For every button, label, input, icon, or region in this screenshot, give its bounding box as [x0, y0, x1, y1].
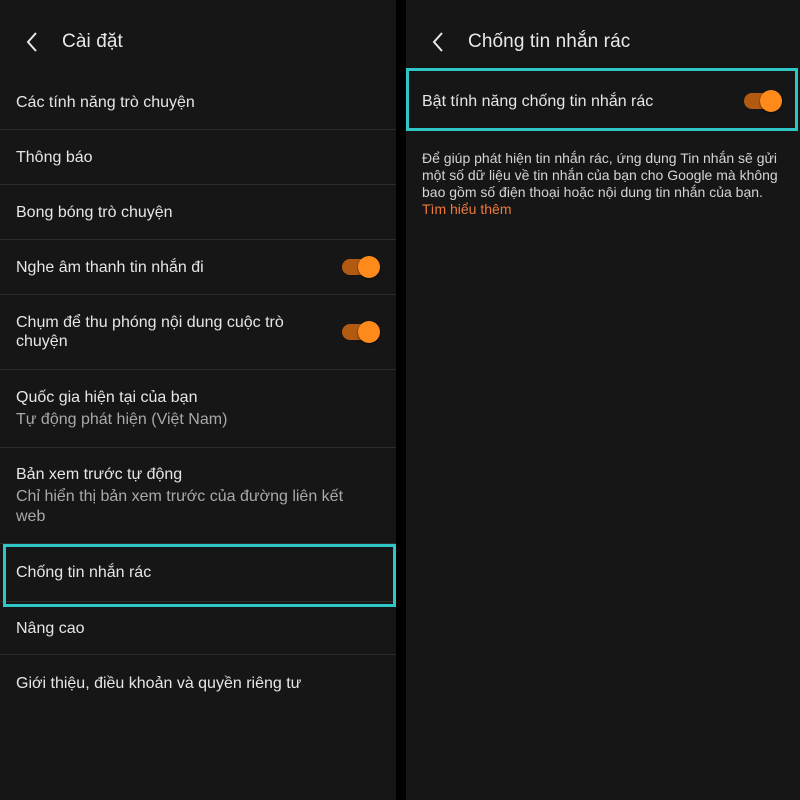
- spam-protection-screen: Chống tin nhắn rác Bật tính năng chống t…: [406, 0, 800, 800]
- settings-item-label: Các tính năng trò chuyện: [16, 93, 195, 111]
- back-button[interactable]: [12, 22, 52, 62]
- spam-toggle-label: Bật tính năng chống tin nhắn rác: [422, 92, 654, 110]
- page-title: Chống tin nhắn rác: [468, 31, 631, 52]
- settings-item-pinch-zoom[interactable]: Chụm để thu phóng nội dung cuộc trò chuy…: [0, 295, 396, 370]
- settings-item-notifications[interactable]: Thông báo: [0, 130, 396, 185]
- settings-item-auto-preview[interactable]: Bản xem trước tự động Chỉ hiển thị bản x…: [0, 448, 396, 544]
- settings-item-label: Bản xem trước tự động: [16, 465, 183, 483]
- settings-item-subtitle: Chỉ hiển thị bản xem trước của đường liê…: [16, 487, 344, 525]
- settings-topbar: Cài đặt: [0, 20, 396, 64]
- settings-item-spam-protection[interactable]: Chống tin nhắn rác: [0, 544, 396, 602]
- settings-item-label: Chụm để thu phóng nội dung cuộc trò chuy…: [16, 314, 284, 350]
- settings-item-about[interactable]: Giới thiệu, điều khoản và quyền riêng tư: [0, 655, 396, 712]
- toggle-knob: [760, 90, 782, 112]
- settings-item-chat-features[interactable]: Các tính năng trò chuyện: [0, 75, 396, 130]
- settings-item-subtitle: Tự động phát hiện (Việt Nam): [16, 410, 228, 428]
- settings-item-label: Thông báo: [16, 148, 93, 166]
- settings-item-label: Nghe âm thanh tin nhắn đi: [16, 258, 204, 276]
- settings-item-current-country[interactable]: Quốc gia hiện tại của bạn Tự động phát h…: [0, 370, 396, 448]
- settings-screen: Cài đặt Các tính năng trò chuyện Thông b…: [0, 0, 396, 800]
- spam-protection-toggle-row[interactable]: Bật tính năng chống tin nhắn rác: [406, 71, 800, 131]
- settings-item-label: Bong bóng trò chuyện: [16, 203, 173, 221]
- settings-item-label: Nâng cao: [16, 619, 85, 637]
- settings-item-label: Quốc gia hiện tại của bạn: [16, 388, 198, 406]
- settings-item-advanced[interactable]: Nâng cao: [0, 602, 396, 655]
- settings-list: Các tính năng trò chuyện Thông báo Bong …: [0, 75, 396, 712]
- spam-protection-toggle[interactable]: [744, 90, 782, 112]
- spam-settings-list: Bật tính năng chống tin nhắn rác: [406, 71, 800, 131]
- spam-description: Để giúp phát hiện tin nhắn rác, ứng dụng…: [422, 150, 784, 218]
- settings-item-label: Giới thiệu, điều khoản và quyền riêng tư: [16, 675, 302, 692]
- settings-item-label: Chống tin nhắn rác: [16, 564, 152, 581]
- outgoing-sound-toggle[interactable]: [342, 256, 380, 278]
- back-button[interactable]: [418, 22, 458, 62]
- chevron-left-icon: [26, 32, 37, 52]
- settings-item-outgoing-sound[interactable]: Nghe âm thanh tin nhắn đi: [0, 240, 396, 295]
- learn-more-link[interactable]: Tìm hiểu thêm: [422, 201, 784, 218]
- toggle-knob: [358, 321, 380, 343]
- pinch-zoom-toggle[interactable]: [342, 321, 380, 343]
- spam-topbar: Chống tin nhắn rác: [406, 20, 800, 64]
- page-title: Cài đặt: [62, 31, 123, 52]
- screenshot-stage: Cài đặt Các tính năng trò chuyện Thông b…: [0, 0, 800, 800]
- spam-description-text: Để giúp phát hiện tin nhắn rác, ứng dụng…: [422, 150, 778, 200]
- settings-item-chat-bubbles[interactable]: Bong bóng trò chuyện: [0, 185, 396, 240]
- toggle-knob: [358, 256, 380, 278]
- chevron-left-icon: [432, 32, 443, 52]
